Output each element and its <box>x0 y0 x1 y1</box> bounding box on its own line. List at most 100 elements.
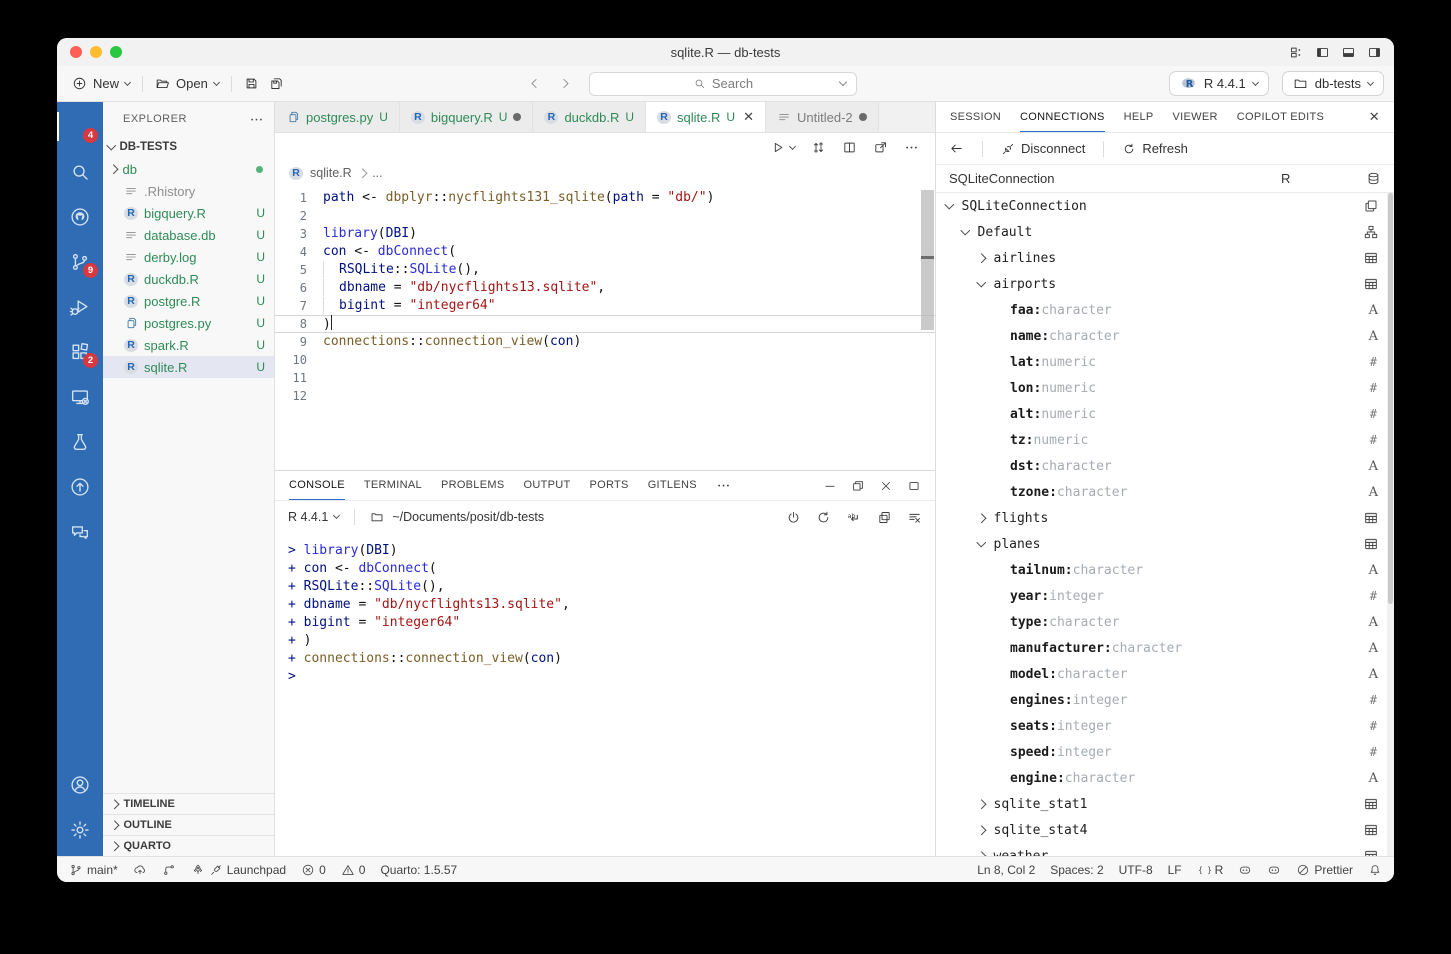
connections-node-lon[interactable]: lon : numeric# <box>936 375 1394 401</box>
code-line-3[interactable]: 3library(DBI) <box>275 225 935 243</box>
explorer-item-postgre.R[interactable]: Rpostgre.RU <box>103 290 274 312</box>
connections-node-Default[interactable]: Default <box>936 219 1394 245</box>
explorer-item-spark.R[interactable]: Rspark.RU <box>103 334 274 356</box>
activity-testing[interactable] <box>57 419 103 464</box>
activity-search[interactable] <box>57 149 103 194</box>
close-tab-icon[interactable]: ✕ <box>743 109 754 125</box>
activity-publish[interactable] <box>57 464 103 509</box>
toggle-right-panel-button[interactable] <box>1367 45 1382 60</box>
connections-node-airlines[interactable]: airlines <box>936 245 1394 271</box>
secondary-tab-viewer[interactable]: VIEWER <box>1173 102 1218 132</box>
code-line-6[interactable]: 6dbname = "db/nycflights13.sqlite", <box>275 279 935 297</box>
console-interpreter-selector[interactable]: R 4.4.1 <box>288 510 339 524</box>
secondary-tab-connections[interactable]: CONNECTIONS <box>1020 102 1105 132</box>
more-actions-icon[interactable] <box>249 112 264 127</box>
toggle-left-panel-button[interactable] <box>1315 45 1330 60</box>
editor-tab-duckdb.R[interactable]: Rduckdb.RU <box>533 102 646 132</box>
code-line-12[interactable]: 12 <box>275 387 935 405</box>
editor-tab-Untitled-2[interactable]: Untitled-2 <box>766 102 879 132</box>
secondary-tab-copilot-edits[interactable]: COPILOT EDITS <box>1237 102 1324 132</box>
explorer-item-bigquery.R[interactable]: Rbigquery.RU <box>103 202 274 224</box>
connections-node-year[interactable]: year : integer# <box>936 583 1394 609</box>
panel-tab-ports[interactable]: PORTS <box>590 471 629 500</box>
code-line-11[interactable]: 11 <box>275 369 935 387</box>
save-all-button[interactable] <box>264 73 289 94</box>
status-encoding[interactable]: UTF-8 <box>1119 863 1153 877</box>
more-actions-icon[interactable] <box>904 140 919 155</box>
panel-tab-gitlens[interactable]: GITLENS <box>648 471 697 500</box>
activity-run-debug[interactable] <box>57 284 103 329</box>
workspace-selector[interactable]: db-tests <box>1282 71 1384 96</box>
status-copilot-2[interactable] <box>1267 863 1281 877</box>
close-panel-button[interactable] <box>879 479 893 493</box>
connections-node-type[interactable]: type : characterA <box>936 609 1394 635</box>
sidebar-section-outline[interactable]: OUTLINE <box>103 814 274 835</box>
connections-node-lat[interactable]: lat : numeric# <box>936 349 1394 375</box>
panel-tab-console[interactable]: CONSOLE <box>289 471 345 500</box>
sidebar-section-quarto[interactable]: QUARTO <box>103 835 274 856</box>
status-notifications[interactable] <box>1368 863 1382 877</box>
interrupt-power-button[interactable] <box>786 510 801 525</box>
panel-tab-output[interactable]: OUTPUT <box>523 471 570 500</box>
clear-console-button[interactable] <box>907 510 922 525</box>
code-line-8[interactable]: 8) <box>275 315 935 333</box>
run-file-button[interactable] <box>770 140 795 155</box>
activity-remote-explorer[interactable] <box>57 374 103 419</box>
connections-node-model[interactable]: model : characterA <box>936 661 1394 687</box>
connections-node-airports[interactable]: airports <box>936 271 1394 297</box>
connections-node-engine[interactable]: engine : characterA <box>936 765 1394 791</box>
interpreter-selector[interactable]: R R 4.4.1 <box>1169 71 1269 96</box>
status-launchpad[interactable]: Launchpad <box>191 863 286 877</box>
activity-explorer[interactable]: 4 <box>57 104 103 149</box>
status-indentation[interactable]: Spaces: 2 <box>1050 863 1103 877</box>
connections-scrollbar[interactable] <box>1387 193 1394 856</box>
connections-node-speed[interactable]: speed : integer# <box>936 739 1394 765</box>
connections-node-alt[interactable]: alt : numeric# <box>936 401 1394 427</box>
editor-tab-bigquery.R[interactable]: Rbigquery.RU <box>400 102 534 132</box>
back-button[interactable] <box>949 141 964 156</box>
explorer-item-postgres.py[interactable]: postgres.pyU <box>103 312 274 334</box>
connections-node-engines[interactable]: engines : integer# <box>936 687 1394 713</box>
restore-panel-button[interactable] <box>851 479 865 493</box>
minimize-window-button[interactable] <box>90 46 102 58</box>
status-publish-changes[interactable] <box>133 863 147 877</box>
activity-comments[interactable] <box>57 509 103 554</box>
more-panel-tabs-icon[interactable] <box>716 478 731 493</box>
status-copilot-1[interactable] <box>1238 863 1252 877</box>
connections-node-tz[interactable]: tz : numeric# <box>936 427 1394 453</box>
open-in-new-window-button[interactable] <box>873 140 888 155</box>
source-script-button[interactable] <box>811 140 826 155</box>
connections-node-dst[interactable]: dst : characterA <box>936 453 1394 479</box>
explorer-item-sqlite.R[interactable]: Rsqlite.RU <box>103 356 274 378</box>
panel-layout-button[interactable] <box>907 479 921 493</box>
status-prettier[interactable]: Prettier <box>1296 863 1353 877</box>
breadcrumb-symbol[interactable]: ... <box>372 166 382 180</box>
split-editor-button[interactable] <box>842 140 857 155</box>
minimize-panel-button[interactable] <box>823 479 837 493</box>
open-button[interactable]: Open <box>150 73 224 94</box>
navigate-back-button[interactable] <box>527 76 542 91</box>
activity-account[interactable] <box>57 762 103 807</box>
code-line-1[interactable]: 1path <- dbplyr::nycflights131_sqlite(pa… <box>275 189 935 207</box>
status-errors[interactable]: 0 <box>301 863 326 877</box>
status-warnings[interactable]: 0 <box>341 863 366 877</box>
toggle-bottom-panel-button[interactable] <box>1341 45 1356 60</box>
secondary-tab-session[interactable]: SESSION <box>950 102 1001 132</box>
connections-node-tailnum[interactable]: tailnum : characterA <box>936 557 1394 583</box>
zoom-window-button[interactable] <box>110 46 122 58</box>
new-button[interactable]: New <box>67 73 135 94</box>
editor-tab-sqlite.R[interactable]: Rsqlite.RU✕ <box>646 102 766 132</box>
activity-source-control[interactable]: 9 <box>57 239 103 284</box>
status-language-mode[interactable]: { }R <box>1197 863 1224 877</box>
status-graph[interactable] <box>162 863 176 877</box>
explorer-item-duckdb.R[interactable]: Rduckdb.RU <box>103 268 274 290</box>
connections-node-manufacturer[interactable]: manufacturer : characterA <box>936 635 1394 661</box>
sidebar-section-timeline[interactable]: TIMELINE <box>103 793 274 814</box>
explorer-item-db[interactable]: db <box>103 158 274 180</box>
connections-node-seats[interactable]: seats : integer# <box>936 713 1394 739</box>
connections-node-flights[interactable]: flights <box>936 505 1394 531</box>
duplicate-session-button[interactable] <box>877 510 892 525</box>
connections-node-name[interactable]: name : characterA <box>936 323 1394 349</box>
console-output[interactable]: > library(DBI)+ con <- dbConnect(+ RSQLi… <box>275 533 935 856</box>
code-line-4[interactable]: 4con <- dbConnect( <box>275 243 935 261</box>
